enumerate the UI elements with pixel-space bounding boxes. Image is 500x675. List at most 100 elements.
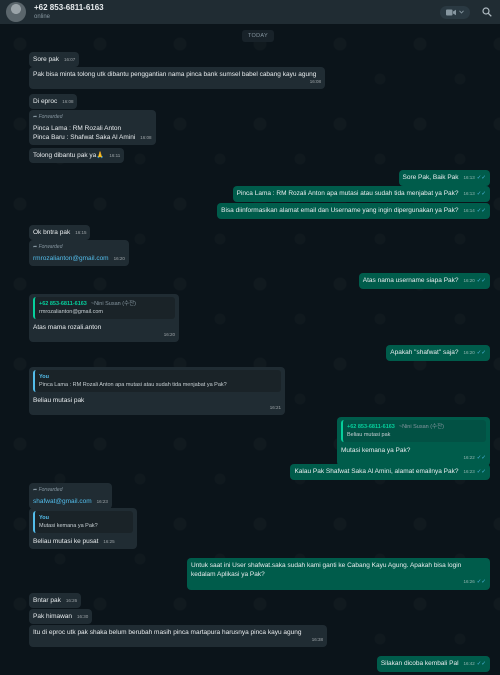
message-time: 16:08 <box>140 135 152 140</box>
message-incoming[interactable]: Bntar pak 16:26 <box>29 593 82 608</box>
message-time: 16:11 <box>109 153 121 158</box>
message-text: Pinca Baru : Shafwat Saka Al Amini <box>33 134 136 141</box>
message-outgoing[interactable]: Silakan dicoba kembali Pal 16:42 ✓✓ <box>376 656 490 672</box>
message-time: 16:21 <box>269 405 281 410</box>
read-ticks-icon: ✓✓ <box>476 469 486 475</box>
forwarded-text: Forwarded <box>38 244 63 250</box>
quote-text: Mutasi kemana ya Pak? <box>39 523 98 529</box>
forwarded-text: Forwarded <box>38 114 63 120</box>
message-incoming[interactable]: Di eproc 16:08 <box>29 94 78 109</box>
forwarded-label: ➦ Forwarded <box>33 486 108 495</box>
message-text: Ok bntra pak <box>33 229 71 236</box>
message-text: Bntar pak <box>33 597 61 604</box>
message-time: 16:20 <box>463 278 475 283</box>
quote-author-number: +62 853-6811-6163 <box>39 301 87 307</box>
message-incoming-reply[interactable]: You Mutasi kemana ya Pak? Beliau mutasi … <box>29 508 137 549</box>
message-time: 16:22 ✓✓ <box>346 453 486 463</box>
message-incoming[interactable]: Ok bntra pak 16:15 <box>29 225 91 240</box>
quote-author-number: +62 853-6811-6163 <box>347 424 395 430</box>
read-ticks-icon: ✓✓ <box>476 278 486 284</box>
search-button[interactable] <box>480 5 494 19</box>
message-time: 16:20 <box>163 332 175 337</box>
video-call-button[interactable] <box>440 5 470 19</box>
quote-author: You <box>39 374 49 380</box>
quoted-message[interactable]: +62 853-6811-6163 ~Nini Susan (수잔) Beliau… <box>341 420 486 442</box>
quoted-message[interactable]: You Mutasi kemana ya Pak? <box>33 511 133 533</box>
message-text: Apakah "shafwat" saja? <box>390 349 459 356</box>
message-time: 16:14 <box>463 208 475 213</box>
message-time: 16:13 <box>463 175 475 180</box>
quote-author-pushname: ~Nini Susan (수잔) <box>398 424 444 430</box>
message-text: Tolong dibantu pak ya🙏 <box>33 152 105 159</box>
chevron-down-icon <box>459 10 464 14</box>
message-incoming[interactable]: Itu di eproc utk pak shaka belum berubah… <box>29 625 327 647</box>
message-outgoing[interactable]: Apakah "shafwat" saja? 16:20 ✓✓ <box>386 345 490 361</box>
date-separator: TODAY <box>242 30 274 42</box>
read-ticks-icon: ✓✓ <box>476 661 486 667</box>
message-time-value: 16:26 <box>463 579 475 584</box>
message-incoming[interactable]: Pak bisa minta tolong utk dibantu pengga… <box>29 67 325 89</box>
message-time: 16:13 <box>463 191 475 196</box>
read-ticks-icon: ✓✓ <box>476 350 486 356</box>
read-ticks-icon: ✓✓ <box>476 208 486 214</box>
message-text: Pinca Lama : RM Rozali Anton <box>33 125 122 132</box>
message-outgoing-reply[interactable]: +62 853-6811-6163 ~Nini Susan (수잔) Beliau… <box>337 417 490 466</box>
read-ticks-icon: ✓✓ <box>476 191 486 197</box>
message-text: Beliau mutasi pak <box>33 397 85 404</box>
message-time: 16:23 <box>463 469 475 474</box>
quoted-message[interactable]: +62 853-6811-6163 ~Nini Susan (수잔) rmroza… <box>33 297 175 319</box>
contact-info[interactable]: +62 853-6811-6163 online <box>34 3 104 21</box>
forwarded-label: ➦ Forwarded <box>33 113 152 122</box>
contact-status: online <box>34 14 51 20</box>
message-time: 16:15 <box>75 230 87 235</box>
message-time: 16:25 <box>103 539 115 544</box>
quote-author-pushname: ~Nini Susan (수잔) <box>90 301 136 307</box>
message-outgoing[interactable]: Bisa diinformasikan alamat email dan Use… <box>217 203 490 219</box>
message-outgoing[interactable]: Untuk saat ini User shafwat.saka sudah k… <box>187 558 490 590</box>
message-incoming-forwarded[interactable]: ➦ Forwarded shafwat@gmail.com 16:23 <box>29 483 112 509</box>
message-time: 16:20 <box>463 350 475 355</box>
message-time: 16:07 <box>64 57 76 62</box>
message-incoming-reply[interactable]: +62 853-6811-6163 ~Nini Susan (수잔) rmroza… <box>29 294 179 342</box>
message-incoming[interactable]: Pak himawan 16:30 <box>29 609 93 624</box>
message-time: 16:38 <box>311 637 323 642</box>
message-text: Sore Pak, Baik Pak <box>402 174 459 181</box>
message-time-value: 16:22 <box>463 455 475 460</box>
message-time: 16:26 ✓✓ <box>196 577 486 587</box>
message-incoming-forwarded[interactable]: ➦ Forwarded Pinca Lama : RM Rozali Anton… <box>29 110 156 145</box>
contact-name: +62 853-6811-6163 <box>34 3 104 12</box>
header-actions <box>440 5 494 19</box>
message-time: 16:20 <box>113 256 125 261</box>
avatar[interactable] <box>6 2 26 22</box>
message-incoming-forwarded[interactable]: ➦ Forwarded rmrozalianton@gmail.com 16:20 <box>29 240 129 266</box>
forward-icon: ➦ <box>33 114 38 120</box>
message-text: Atas nama username siapa Pak? <box>362 277 459 284</box>
email-link[interactable]: rmrozalianton@gmail.com <box>33 255 109 262</box>
quote-author: +62 853-6811-6163 ~Nini Susan (수잔) <box>39 300 171 308</box>
message-time: 16:30 <box>77 614 89 619</box>
message-text: Pak himawan <box>33 613 73 620</box>
message-incoming[interactable]: Tolong dibantu pak ya🙏 16:11 <box>29 148 125 163</box>
message-incoming[interactable]: Sore pak 16:07 <box>29 52 80 67</box>
message-text: Beliau mutasi ke pusat <box>33 538 99 545</box>
message-outgoing[interactable]: Sore Pak, Baik Pak 16:13 ✓✓ <box>398 170 490 186</box>
quote-text: rmrozalianton@gmail.com <box>39 309 103 315</box>
message-text: Pinca Lama : RM Rozali Anton apa mutasi … <box>236 190 459 197</box>
message-text: Sore pak <box>33 56 60 63</box>
message-outgoing[interactable]: Atas nama username siapa Pak? 16:20 ✓✓ <box>358 273 490 289</box>
quote-text: Pinca Lama : RM Rozali Anton apa mutasi … <box>39 382 227 388</box>
quoted-message[interactable]: You Pinca Lama : RM Rozali Anton apa mut… <box>33 370 281 392</box>
message-text: Mutasi kemana ya Pak? <box>341 447 411 454</box>
message-text: Kalau Pak Shafwat Saka Al Amini, alamat … <box>294 468 459 475</box>
quote-text: Beliau mutasi pak <box>347 432 391 438</box>
message-time: 16:08 <box>309 79 321 84</box>
message-text: Pak bisa minta tolong utk dibantu pengga… <box>33 71 317 78</box>
message-outgoing[interactable]: Pinca Lama : RM Rozali Anton apa mutasi … <box>232 186 490 202</box>
message-list[interactable]: TODAY Sore pak 16:07 Pak bisa minta tolon… <box>0 24 500 675</box>
forward-icon: ➦ <box>33 244 38 250</box>
message-time: 16:26 <box>65 598 78 603</box>
search-icon <box>482 7 492 17</box>
message-incoming-reply[interactable]: You Pinca Lama : RM Rozali Anton apa mut… <box>29 367 285 415</box>
message-outgoing[interactable]: Kalau Pak Shafwat Saka Al Amini, alamat … <box>290 464 490 480</box>
email-link[interactable]: shafwat@gmail.com <box>33 498 92 505</box>
